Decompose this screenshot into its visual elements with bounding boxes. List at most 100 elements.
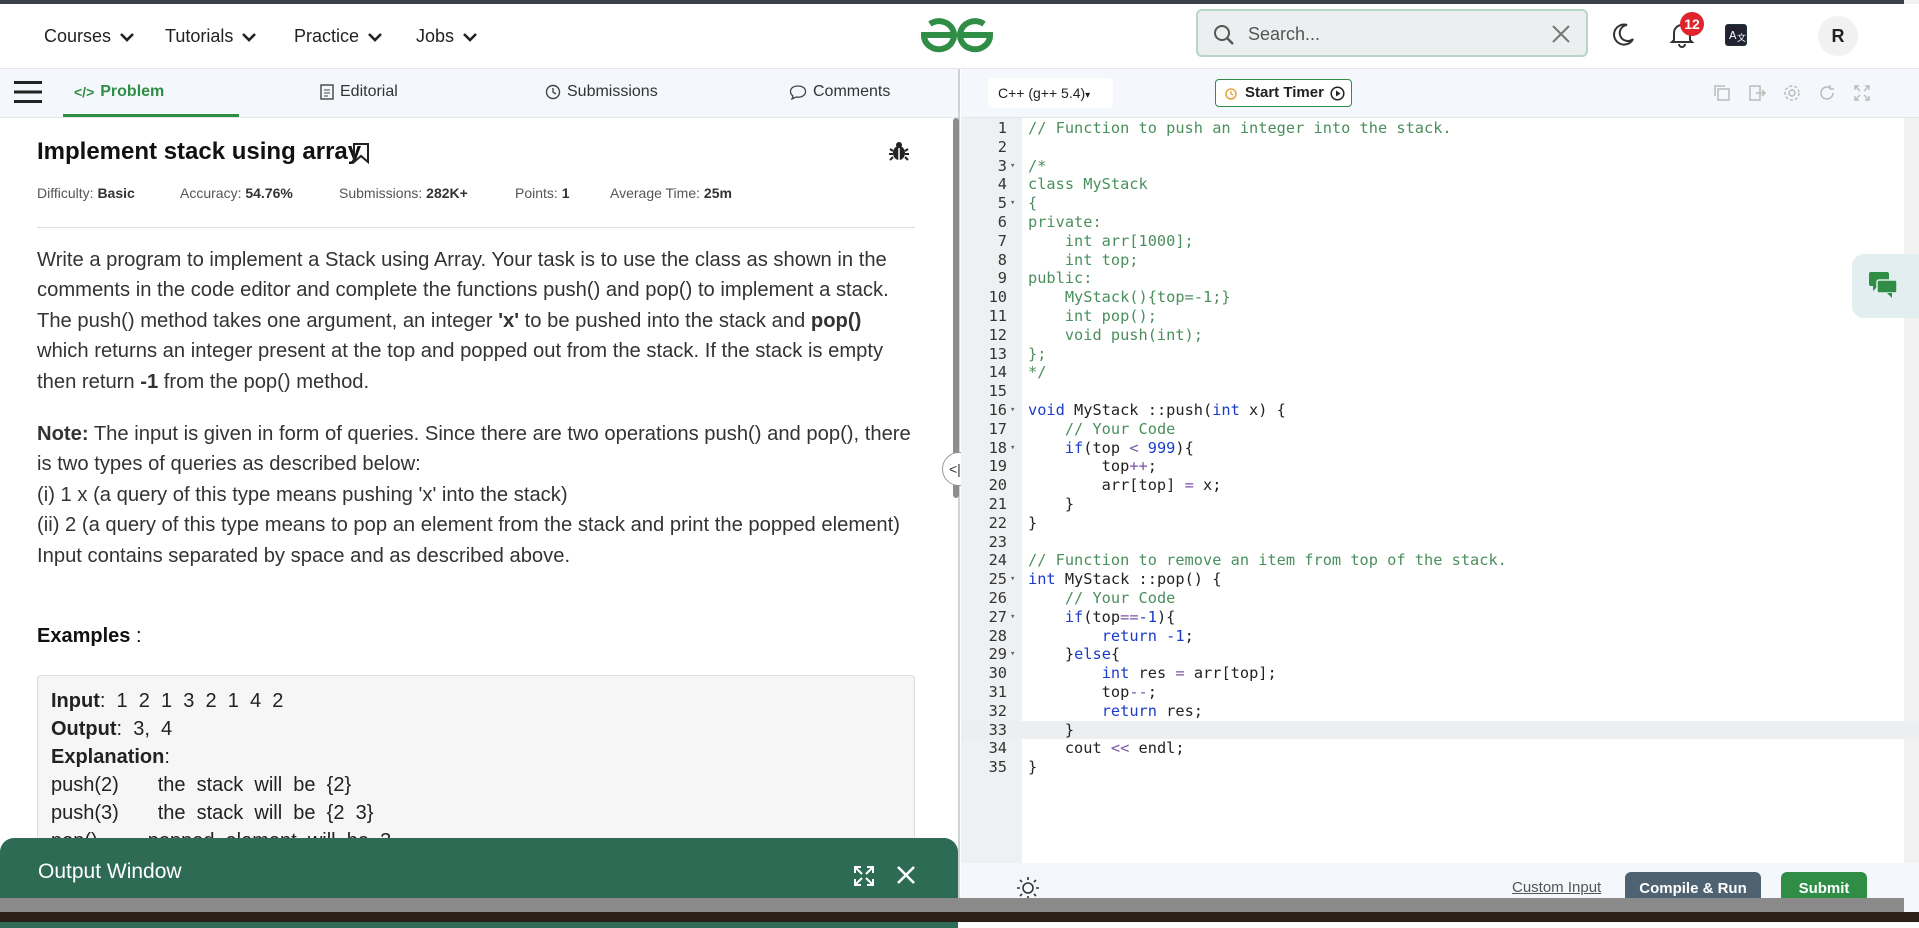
code-line[interactable]: 12 void push(int); [961,326,1919,345]
bookmark-icon[interactable] [352,142,370,164]
chat-button[interactable] [1852,254,1919,318]
example-output: Output: 3, 4 [51,718,172,741]
fold-arrow-icon[interactable]: ▾ [1010,439,1015,458]
dark-mode-icon[interactable] [1610,22,1636,48]
fullscreen-icon[interactable] [1853,84,1871,102]
chat-icon [1869,272,1898,298]
code-text: }else{ [1028,645,1121,664]
code-line[interactable]: 16 ▾ void MyStack ::push(int x) { [961,401,1919,420]
search-input[interactable]: Search... [1248,24,1320,45]
nav-practice[interactable]: Practice [294,26,383,47]
bug-report-icon[interactable] [888,140,910,162]
line-number: 34 [988,739,1007,758]
code-line[interactable]: 19 top++; [961,457,1919,476]
code-line[interactable]: 10 MyStack(){top=-1;} [961,288,1919,307]
tab-submissions[interactable]: Submissions [545,83,658,101]
explanation-colon: : [164,746,170,768]
code-line[interactable]: 7 int arr[1000]; [961,232,1919,251]
line-number: 18 [988,438,1007,457]
code-editor[interactable]: 1 // Function to push an integer into the… [961,118,1919,863]
horizontal-scrollbar[interactable] [0,898,1904,912]
line-number: 22 [988,513,1007,532]
code-line[interactable]: 2 [961,138,1919,157]
code-icon: </> [74,84,95,100]
close-icon[interactable] [895,864,917,886]
code-line[interactable]: 21 } [961,495,1919,514]
nav-tutorials[interactable]: Tutorials [165,26,257,47]
query-type-1: (i) 1 x (a query of this type means push… [37,483,568,506]
translate-icon[interactable]: A文 [1725,24,1747,46]
code-line[interactable]: 26 // Your Code [961,589,1919,608]
line-number: 20 [988,476,1007,495]
line-number: 4 [997,175,1007,194]
note-label: Note: [37,423,89,445]
code-line[interactable]: 5 ▾ { [961,194,1919,213]
code-line[interactable]: 3 ▾ /* [961,157,1919,176]
import-icon[interactable] [1748,84,1766,102]
code-line[interactable]: 9 public: [961,269,1919,288]
line-number: 12 [988,325,1007,344]
code-line[interactable]: 29 ▾ }else{ [961,645,1919,664]
theme-toggle-icon[interactable] [1016,876,1040,900]
fold-arrow-icon[interactable]: ▾ [1010,570,1015,589]
gfg-logo[interactable] [918,15,996,55]
submissions-value: 282K+ [426,185,468,201]
nav-jobs-label: Jobs [416,26,455,46]
fold-arrow-icon[interactable]: ▾ [1010,157,1015,176]
code-line[interactable]: 18 ▾ if(top < 999){ [961,439,1919,458]
code-line[interactable]: 15 [961,382,1919,401]
fold-arrow-icon[interactable]: ▾ [1010,608,1015,627]
code-line[interactable]: 11 int pop(); [961,307,1919,326]
explanation-step: push(2) the stack will be {2} [51,774,352,796]
tab-comments[interactable]: Comments [789,83,890,101]
fold-arrow-icon[interactable]: ▾ [1010,194,1015,213]
document-icon [320,84,334,100]
code-line[interactable]: 34 cout << endl; [961,739,1919,758]
code-line[interactable]: 6 private: [961,213,1919,232]
code-line[interactable]: 32 return res; [961,702,1919,721]
code-line[interactable]: 22} [961,514,1919,533]
code-line[interactable]: 28 return -1; [961,627,1919,646]
code-line[interactable]: 25 ▾ int MyStack ::pop() { [961,570,1919,589]
input-label: Input [51,690,100,712]
settings-icon[interactable] [1783,84,1801,102]
examples-label: Examples [37,625,131,647]
custom-input-link[interactable]: Custom Input [1512,879,1601,896]
code-line[interactable]: 13}; [961,345,1919,364]
expand-icon[interactable] [852,864,876,888]
search-bar[interactable]: Search... [1196,9,1588,57]
code-text: arr[top] = x; [1028,476,1222,495]
fold-arrow-icon[interactable]: ▾ [1010,401,1015,420]
language-select[interactable]: C++ (g++ 5.4)▾ [988,78,1113,108]
code-line[interactable]: 14 */ [961,363,1919,382]
tab-problem[interactable]: </> Problem [74,83,164,101]
start-timer-button[interactable]: Start Timer [1215,79,1352,107]
code-line[interactable]: 33 } [961,720,1919,740]
code-line[interactable]: 17 // Your Code [961,420,1919,439]
code-line[interactable]: 35} [961,758,1919,777]
code-line[interactable]: 30 int res = arr[top]; [961,664,1919,683]
code-line[interactable]: 27 ▾ if(top==-1){ [961,608,1919,627]
line-number: 5 [997,194,1007,213]
code-line[interactable]: 8 int top; [961,251,1919,270]
reset-icon[interactable] [1818,84,1836,102]
nav-courses[interactable]: Courses [44,26,135,47]
code-line[interactable]: 24 // Function to remove an item from top… [961,551,1919,570]
tab-comments-label: Comments [813,83,891,100]
code-line[interactable]: 31 top--; [961,683,1919,702]
problem-scrollbar[interactable] [953,118,959,498]
accuracy-value: 54.76% [245,185,293,201]
meta-label: Points: [515,185,558,201]
tab-editorial[interactable]: Editorial [320,83,398,101]
code-text: public: [1028,269,1093,288]
fold-arrow-icon[interactable]: ▾ [1010,645,1015,664]
code-line[interactable]: 4 class MyStack [961,175,1919,194]
copy-icon[interactable] [1713,84,1731,102]
avatar[interactable]: R [1818,16,1858,56]
code-line[interactable]: 23 [961,533,1919,552]
menu-icon[interactable] [14,80,42,104]
nav-jobs[interactable]: Jobs [416,26,478,47]
clear-search-icon[interactable] [1550,23,1572,45]
code-line[interactable]: 20 arr[top] = x; [961,476,1919,495]
code-line[interactable]: 1 // Function to push an integer into the… [961,119,1919,138]
